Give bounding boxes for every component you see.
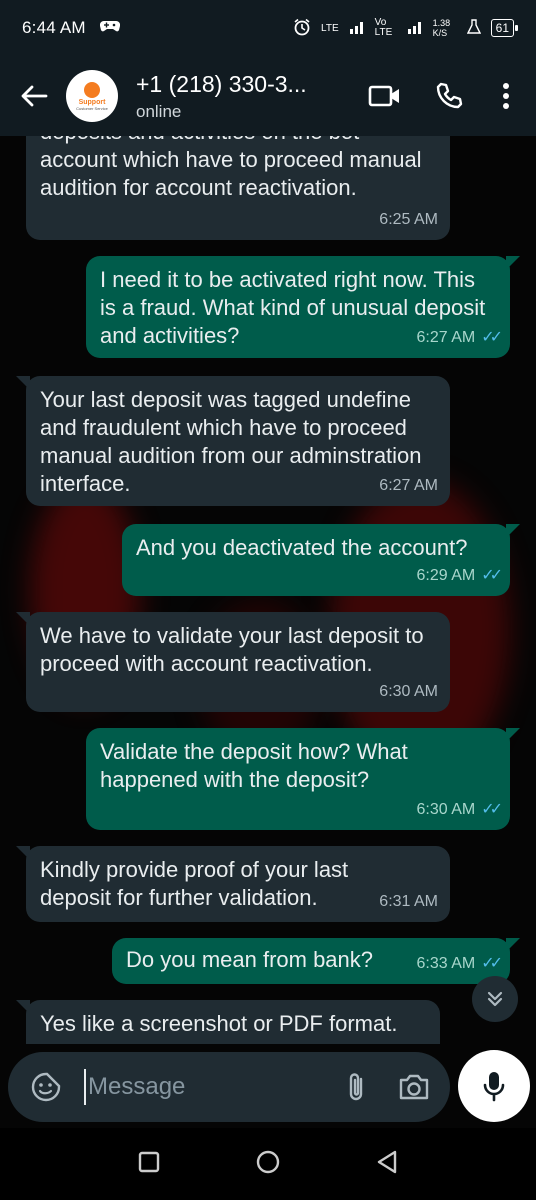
message-text: Kindly provide proof of your last deposi… <box>40 857 349 910</box>
message-text: Yes like a screenshot or PDF format. <box>40 1011 398 1036</box>
microphone-icon <box>483 1072 505 1102</box>
read-ticks-icon: ✓✓ <box>481 329 503 346</box>
message-bubble-incoming[interactable]: Your last deposit was tagged undefine an… <box>16 376 450 506</box>
game-controller-icon <box>99 19 120 38</box>
text-caret <box>84 1069 86 1105</box>
network-1-label: LTE <box>321 22 339 34</box>
paperclip-icon <box>349 1073 363 1101</box>
avatar-sublabel: Customer Service <box>76 105 108 111</box>
message-time: 6:30 AM <box>416 801 476 818</box>
message-bubble-outgoing[interactable]: Validate the deposit how? What happened … <box>86 728 520 830</box>
message-meta: 6:30 AM ✓✓ <box>416 796 503 824</box>
chat-header: Support Customer Service +1 (218) 330-3.… <box>0 56 536 136</box>
message-time: 6:29 AM <box>416 567 476 584</box>
message-input[interactable]: Message <box>84 1069 334 1105</box>
read-ticks-icon: ✓✓ <box>481 955 503 972</box>
message-time: 6:27 AM <box>416 329 476 346</box>
message-bubble-incoming[interactable]: deposits and activities on the bot accou… <box>26 136 450 240</box>
square-icon <box>138 1151 159 1172</box>
camera-button[interactable] <box>392 1065 436 1109</box>
video-camera-icon <box>368 85 399 107</box>
recent-apps-button[interactable] <box>137 1150 161 1179</box>
message-placeholder: Message <box>88 1073 186 1100</box>
network-2-label: Vo LTE <box>374 17 393 38</box>
avatar-person-icon <box>84 81 100 98</box>
message-text: deposits and activities on the bot accou… <box>40 136 422 200</box>
message-meta: 6:31 AM <box>379 888 438 916</box>
message-composer: Message <box>8 1052 450 1122</box>
camera-icon <box>399 1074 429 1100</box>
read-ticks-icon: ✓✓ <box>481 567 503 584</box>
message-bubble-outgoing[interactable]: And you deactivated the account? 6:29 AM… <box>122 524 520 596</box>
system-navigation-bar <box>0 1128 536 1200</box>
message-meta: 6:27 AM <box>379 472 438 500</box>
chevron-double-down-icon <box>487 991 503 1007</box>
signal-1-icon <box>349 20 365 37</box>
message-meta: 6:30 AM <box>379 678 438 706</box>
attach-button[interactable] <box>334 1065 378 1109</box>
signal-2-icon <box>407 20 423 37</box>
video-call-button[interactable] <box>360 71 410 121</box>
message-bubble-incoming[interactable]: Yes like a screenshot or PDF format. <box>16 1000 440 1044</box>
status-indicators: LTE Vo LTE 1.38 K/S 61 <box>293 17 519 39</box>
alarm-icon <box>293 18 311 39</box>
message-text: Your last deposit was tagged undefine an… <box>40 387 422 496</box>
status-time: 6:44 AM <box>22 18 86 37</box>
scroll-to-bottom-button[interactable] <box>472 976 518 1022</box>
message-meta: 6:25 AM <box>379 206 438 234</box>
message-bubble-outgoing[interactable]: I need it to be activated right now. Thi… <box>86 256 520 358</box>
sticker-smiley-icon <box>31 1072 61 1102</box>
voice-call-button[interactable] <box>424 71 474 121</box>
more-options-button[interactable] <box>488 71 524 121</box>
contact-name: +1 (218) 330-3... <box>136 71 307 97</box>
message-time: 6:27 AM <box>379 477 438 494</box>
contact-info[interactable]: +1 (218) 330-3... online <box>136 70 346 122</box>
message-time: 6:33 AM <box>416 955 476 972</box>
emoji-button[interactable] <box>24 1065 68 1109</box>
message-meta: 6:33 AM ✓✓ <box>416 950 503 978</box>
message-meta: 6:29 AM ✓✓ <box>416 562 503 590</box>
message-text: We have to validate your last deposit to… <box>40 623 424 676</box>
message-text: And you deactivated the account? <box>136 535 468 560</box>
message-bubble-outgoing[interactable]: Do you mean from bank? 6:33 AM ✓✓ <box>112 938 520 984</box>
triangle-back-icon <box>378 1150 397 1173</box>
nav-back-button[interactable] <box>375 1149 399 1180</box>
back-button[interactable] <box>12 74 56 118</box>
message-time: 6:25 AM <box>379 211 438 228</box>
contact-status: online <box>136 102 182 121</box>
status-bar: 6:44 AM LTE Vo LTE 1.38 K/S 61 <box>0 0 536 56</box>
contact-avatar[interactable]: Support Customer Service <box>66 70 118 122</box>
data-speed: 1.38 K/S <box>432 18 451 38</box>
battery-indicator: 61 <box>490 19 519 37</box>
more-vertical-icon <box>503 83 509 109</box>
arrow-left-icon <box>21 85 48 107</box>
message-bubble-incoming[interactable]: We have to validate your last deposit to… <box>16 612 450 712</box>
home-button[interactable] <box>254 1148 282 1181</box>
flask-icon <box>466 18 481 38</box>
message-time: 6:31 AM <box>379 893 438 910</box>
message-bubble-incoming[interactable]: Kindly provide proof of your last deposi… <box>16 846 450 922</box>
avatar-label: Support <box>78 98 106 106</box>
read-ticks-icon: ✓✓ <box>481 801 503 818</box>
message-text: Validate the deposit how? What happened … <box>100 739 408 792</box>
message-list[interactable]: deposits and activities on the bot accou… <box>0 136 536 1044</box>
message-time: 6:30 AM <box>379 683 438 700</box>
phone-icon <box>436 82 463 109</box>
message-meta: 6:27 AM ✓✓ <box>416 324 503 352</box>
circle-icon <box>256 1150 280 1173</box>
voice-record-button[interactable] <box>458 1050 530 1122</box>
